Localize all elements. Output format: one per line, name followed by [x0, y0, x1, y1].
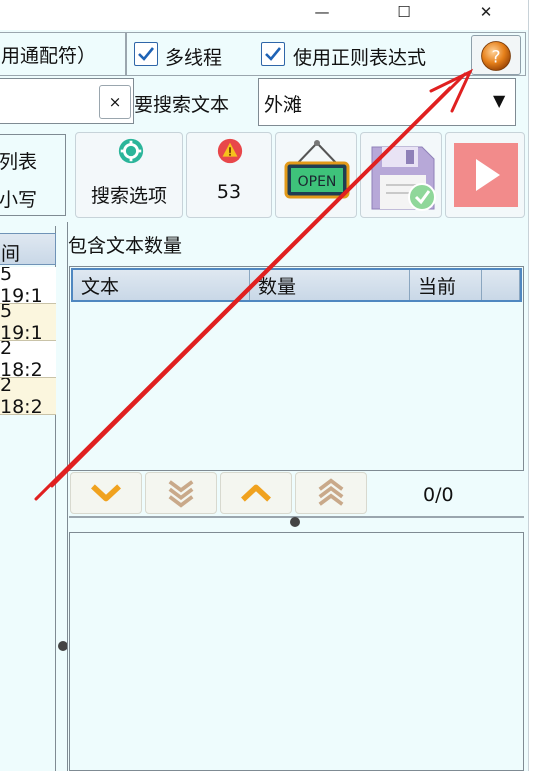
- preview-text-area[interactable]: [69, 532, 524, 771]
- double-chevron-up-icon: [318, 478, 344, 506]
- list-item[interactable]: 5 19:1: [0, 304, 56, 341]
- column-header-text[interactable]: 文本: [73, 270, 250, 300]
- help-icon: ?: [481, 41, 511, 71]
- multithread-label: 多线程: [165, 47, 223, 69]
- run-button[interactable]: [445, 132, 525, 218]
- save-icon: [371, 146, 436, 211]
- left-column-header[interactable]: 间: [0, 233, 56, 265]
- minimize-button[interactable]: —: [302, 0, 342, 24]
- search-text-select[interactable]: 外滩 ▼: [258, 78, 516, 126]
- splitter-handle[interactable]: [290, 517, 300, 527]
- column-header-current[interactable]: 当前: [410, 270, 482, 300]
- results-table: 文本 数量 当前: [69, 266, 524, 471]
- check-icon: [265, 47, 282, 61]
- svg-text:?: ?: [491, 47, 500, 67]
- double-chevron-down-icon: [168, 480, 194, 508]
- column-header-extra: [482, 270, 520, 300]
- wildcard-label: 用通配符）: [1, 45, 97, 67]
- maximize-button[interactable]: ☐: [384, 0, 424, 24]
- regex-checkbox[interactable]: [261, 42, 285, 66]
- left-options-box: 列表 小写: [0, 134, 66, 216]
- gear-icon: [118, 138, 144, 164]
- case-label[interactable]: 小写: [0, 185, 37, 212]
- chevron-up-icon: [241, 484, 271, 502]
- alert-icon: [217, 138, 243, 164]
- search-options-label: 搜索选项: [90, 185, 167, 207]
- svg-text:OPEN: OPEN: [298, 174, 337, 190]
- list-item[interactable]: 2 18:2: [0, 378, 56, 415]
- search-text-value: 外滩: [264, 94, 303, 116]
- check-icon: [138, 47, 155, 61]
- multithread-checkbox[interactable]: [134, 42, 158, 66]
- window-border: [528, 0, 534, 771]
- match-counter: 0/0: [423, 484, 454, 506]
- help-button[interactable]: ?: [471, 35, 521, 75]
- results-section-title: 包含文本数量: [68, 235, 183, 257]
- open-button[interactable]: OPEN: [275, 132, 357, 218]
- clear-button[interactable]: ×: [99, 85, 131, 119]
- previous-button[interactable]: [220, 472, 292, 514]
- close-button[interactable]: ✕: [466, 0, 506, 24]
- title-bar: — ☐ ✕: [0, 0, 534, 30]
- wildcard-group: 用通配符）: [0, 32, 126, 76]
- left-row-list: 5 19:1 5 19:1 2 18:2 2 18:2: [0, 267, 56, 415]
- regex-label: 使用正则表达式: [293, 47, 427, 69]
- match-count-button[interactable]: 53: [186, 132, 272, 218]
- column-header-count[interactable]: 数量: [250, 270, 410, 300]
- first-button[interactable]: [295, 472, 367, 514]
- chevron-down-icon: [91, 484, 121, 502]
- match-count-label: 53: [216, 181, 242, 203]
- save-button[interactable]: [360, 132, 442, 218]
- open-sign-icon: OPEN: [284, 140, 350, 199]
- last-button[interactable]: [145, 472, 217, 514]
- list-item[interactable]: 2 18:2: [0, 341, 56, 378]
- left-list-panel: 间 5 19:1 5 19:1 2 18:2 2 18:2: [0, 226, 56, 771]
- options-group: 多线程 使用正则表达式 ?: [126, 32, 526, 76]
- search-text-label: 要搜索文本: [134, 94, 230, 116]
- list-label[interactable]: 列表: [0, 147, 37, 174]
- chevron-down-icon[interactable]: ▼: [493, 91, 505, 110]
- next-button[interactable]: [70, 472, 142, 514]
- list-item[interactable]: 5 19:1: [0, 267, 56, 304]
- search-options-button[interactable]: 搜索选项: [75, 132, 183, 218]
- play-icon: [454, 143, 518, 207]
- results-table-header: 文本 数量 当前: [71, 268, 522, 302]
- search-keyword-field[interactable]: ×: [0, 78, 134, 124]
